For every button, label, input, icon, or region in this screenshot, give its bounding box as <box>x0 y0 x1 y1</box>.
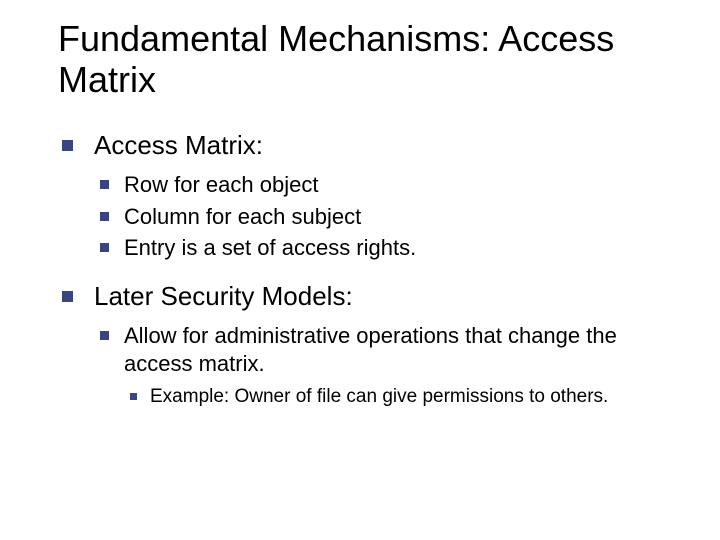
list-item-text: Example: Owner of file can give permissi… <box>150 386 608 407</box>
spacer <box>58 272 680 280</box>
list-item-text: Access Matrix: <box>94 130 263 160</box>
bullet-list-level2: Row for each object Column for each subj… <box>94 171 680 262</box>
list-item-text: Allow for administrative operations that… <box>124 323 617 376</box>
bullet-list-level1: Later Security Models: Allow for adminis… <box>58 280 680 409</box>
list-item: Allow for administrative operations that… <box>94 322 680 409</box>
bullet-list-level3: Example: Owner of file can give permissi… <box>124 385 680 409</box>
list-item: Example: Owner of file can give permissi… <box>124 385 680 409</box>
slide-title: Fundamental Mechanisms: Access Matrix <box>58 18 680 101</box>
list-item: Entry is a set of access rights. <box>94 234 680 262</box>
list-item: Column for each subject <box>94 203 680 231</box>
list-item-text: Entry is a set of access rights. <box>124 235 416 260</box>
slide: Fundamental Mechanisms: Access Matrix Ac… <box>0 0 720 540</box>
bullet-list-level2: Allow for administrative operations that… <box>94 322 680 409</box>
list-item: Access Matrix: Row for each object Colum… <box>58 129 680 262</box>
list-item: Later Security Models: Allow for adminis… <box>58 280 680 409</box>
list-item: Row for each object <box>94 171 680 199</box>
list-item-text: Column for each subject <box>124 204 361 229</box>
list-item-text: Row for each object <box>124 172 318 197</box>
list-item-text: Later Security Models: <box>94 281 353 311</box>
bullet-list-level1: Access Matrix: Row for each object Colum… <box>58 129 680 262</box>
